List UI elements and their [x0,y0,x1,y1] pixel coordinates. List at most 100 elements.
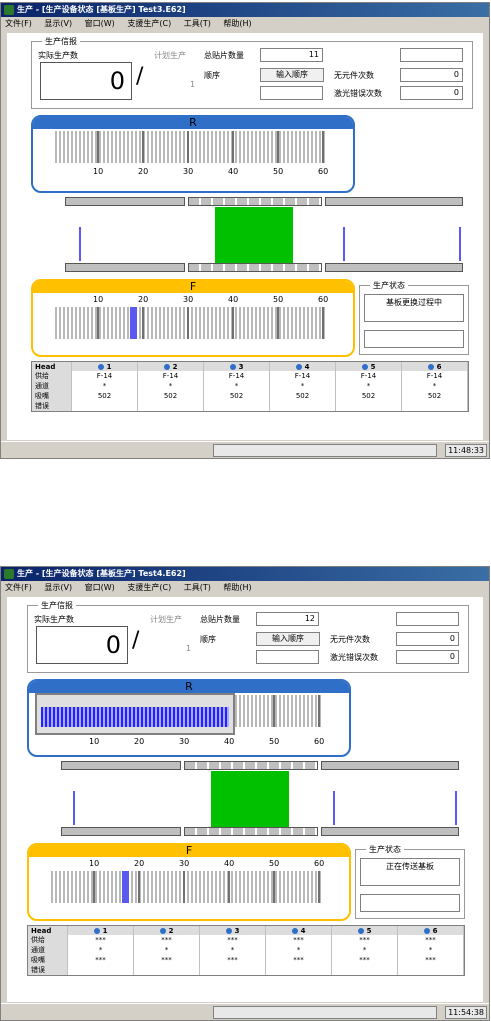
total-label: 总贴片数量 [200,615,240,624]
rear-conveyor-rail-right [325,197,463,206]
row-label: 吸嘴 [28,955,68,965]
head-cell: 4 [269,362,336,371]
table-cell: * [71,381,138,391]
table-cell: *** [67,955,134,965]
scale-label: 60 [314,859,325,868]
table-cell: * [199,945,266,955]
pcb-board [211,771,289,827]
front-label: F [33,281,353,293]
table-cell [331,965,398,975]
row-label: 通道 [32,381,72,391]
front-conveyor-rail [61,827,181,836]
menu-bar: 文件(F) 显示(V) 窗口(W) 支援生产(C) 工具(T) 帮助(H) [1,17,489,31]
table-cell: *** [397,955,464,965]
scale-label: 60 [318,295,329,304]
slot-marker [232,131,234,163]
scale-label: 10 [89,859,100,868]
status-message-box: 正在传送基板 [360,858,460,886]
head-dot-icon [361,363,368,370]
pcb-board [215,207,293,263]
table-cell: *** [331,955,398,965]
title-bar[interactable]: 生产 - [生产设备状态 [基板生产] Test4.E62] [1,567,489,581]
menu-help[interactable]: 帮助(H) [223,581,251,595]
front-conveyor-rail-right [325,263,463,272]
head-marker [343,227,345,261]
title-bar[interactable]: 生产 - [生产设备状态 [基板生产] Test3.E62] [1,3,489,17]
slot-marker [273,695,275,727]
order-button[interactable]: 输入顺序 [256,632,320,646]
menu-support[interactable]: 支援生产(C) [127,17,171,31]
laser-label: 激光错误次数 [330,653,378,662]
table-cell: 502 [269,391,336,401]
front-conveyor-rail-right [321,827,459,836]
status-message: 基板更换过程中 [386,298,442,307]
rear-conveyor-rail-center [188,197,322,206]
table-cell [71,401,138,411]
table-cell: F-14 [269,371,336,381]
window-title: 生产 - [生产设备状态 [基板生产] Test4.E62] [17,569,186,578]
scale-label: 30 [183,295,194,304]
menu-help[interactable]: 帮助(H) [223,17,251,31]
scale-label: 30 [179,859,190,868]
menu-file[interactable]: 文件(F) [5,581,32,595]
rear-label: R [33,117,353,129]
table-cell: *** [133,935,200,945]
status-extra-box [364,330,464,348]
head-marker [333,791,335,825]
menu-tools[interactable]: 工具(T) [184,17,211,31]
front-label: F [29,845,349,857]
slot-marker [187,307,189,339]
slot-marker [318,695,320,727]
scale-label: 50 [269,859,280,868]
table-cell: *** [265,955,332,965]
menu-file[interactable]: 文件(F) [5,17,32,31]
head-cell: 6 [397,926,464,935]
table-cell: F-14 [401,371,468,381]
head-cell: 6 [401,362,468,371]
order-field[interactable] [256,650,319,664]
scale-label: 10 [93,295,104,304]
head-marker [79,227,81,261]
section-title: 生产信报 [42,36,80,47]
head-cell: 5 [331,926,398,935]
menu-bar: 文件(F) 显示(V) 窗口(W) 支援生产(C) 工具(T) 帮助(H) [1,581,489,595]
front-slot-strip [51,871,323,903]
head-cell: 5 [335,362,402,371]
table-cell: 502 [71,391,138,401]
slot-marker [183,871,185,903]
head-cell: 3 [203,362,270,371]
table-cell: * [397,945,464,955]
head-cell: 1 [71,362,138,371]
scale-label: 40 [224,859,235,868]
menu-support[interactable]: 支援生产(C) [127,581,171,595]
client-area: 生产信报 实际生产数 0 / 计划生产 1 总贴片数量 11 顺序 输入顺序 无… [7,33,483,440]
menu-view[interactable]: 显示(V) [44,17,72,31]
total-field: 11 [260,48,323,62]
head-marker [73,791,75,825]
table-cell: F-14 [335,371,402,381]
table-cell: *** [397,935,464,945]
menu-view[interactable]: 显示(V) [44,581,72,595]
missing-label: 无元件次数 [334,71,374,80]
front-conveyor-rail [65,263,185,272]
plan-label: 计划生产 [150,615,182,624]
table-row: 供给 F-14 F-14 F-14 F-14 F-14 F-14 [32,371,468,381]
total-label: 总贴片数量 [204,51,244,60]
divider-slash: / [136,64,144,89]
slot-marker [97,307,99,339]
slot-marker [93,871,95,903]
front-slot-strip [55,307,327,339]
table-cell: 502 [203,391,270,401]
status-message: 正在传送基板 [386,862,434,871]
head-dot-icon [97,363,104,370]
row-label: 错误 [32,401,72,411]
section-title: 生产信报 [38,600,76,611]
menu-tools[interactable]: 工具(T) [184,581,211,595]
order-field[interactable] [260,86,323,100]
head-dot-icon [291,927,298,934]
menu-window[interactable]: 窗口(W) [85,17,115,31]
menu-window[interactable]: 窗口(W) [85,581,115,595]
head-marker [459,227,461,261]
order-button[interactable]: 输入顺序 [260,68,324,82]
front-feeder-panel: F 10 20 30 40 50 60 [27,843,351,921]
